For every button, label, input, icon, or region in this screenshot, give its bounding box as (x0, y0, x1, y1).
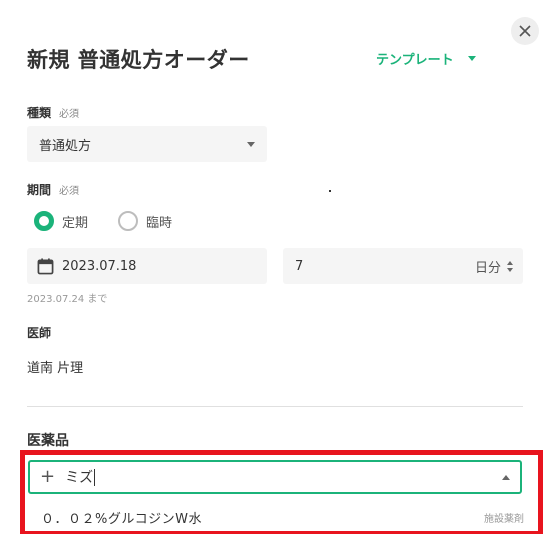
plus-icon: + (40, 466, 56, 487)
radio-unchecked-icon (118, 211, 139, 231)
period-label: 期間 (27, 183, 52, 197)
medicine-option-tag: 施設薬剤 (484, 513, 524, 525)
medicine-search-input[interactable]: + ミズ (28, 460, 522, 494)
doctor-name: 道南 片理 (27, 361, 84, 376)
period-radio-group: 定期 臨時 (34, 211, 172, 231)
end-date-hint: 2023.07.24 まで (27, 294, 108, 305)
dropdown-caret-icon (247, 141, 255, 147)
radio-regular-label: 定期 (62, 215, 89, 231)
radio-temporary-label: 臨時 (146, 215, 173, 231)
divider (27, 406, 523, 407)
doctor-label: 医師 (27, 326, 52, 340)
medicine-option[interactable]: ０．０２%グルコジンW水 施設薬剤 (25, 503, 538, 531)
radio-temporary[interactable]: 臨時 (118, 211, 172, 231)
chevron-down-icon (467, 56, 476, 61)
required-badge: 必須 (59, 109, 80, 120)
search-value: ミズ (65, 470, 94, 486)
close-button[interactable] (511, 17, 539, 45)
doctor-label-row: 医師 (27, 324, 51, 341)
kind-select[interactable]: 普通処方 (27, 126, 267, 162)
required-badge: 必須 (59, 186, 80, 197)
text-cursor (94, 468, 96, 486)
calendar-icon (37, 257, 54, 274)
collapse-caret-icon[interactable] (502, 474, 510, 480)
page-title: 新規 普通処方オーダー (27, 48, 250, 72)
period-label-row: 期間 必須 (27, 181, 79, 198)
spinner-down-icon (507, 267, 513, 272)
close-icon (519, 25, 531, 37)
kind-select-value: 普通処方 (39, 138, 92, 154)
template-label: テンプレート (376, 53, 454, 68)
stray-dot (329, 190, 331, 192)
days-value: 7 (295, 258, 304, 274)
spinner-icon[interactable] (507, 260, 513, 272)
kind-label: 種類 (27, 106, 52, 120)
medicine-option-name: ０．０２%グルコジンW水 (41, 511, 202, 527)
days-field[interactable]: 7 日分 (283, 248, 523, 284)
start-date-value: 2023.07.18 (62, 258, 137, 274)
radio-checked-icon (34, 211, 54, 231)
kind-label-row: 種類 必須 (27, 104, 79, 121)
template-button[interactable]: テンプレート (376, 49, 476, 68)
spinner-up-icon (507, 260, 513, 265)
radio-regular[interactable]: 定期 (34, 211, 88, 231)
start-date-field[interactable]: 2023.07.18 (27, 248, 267, 284)
medicine-label: 医薬品 (27, 433, 69, 449)
days-unit: 日分 (474, 260, 501, 276)
